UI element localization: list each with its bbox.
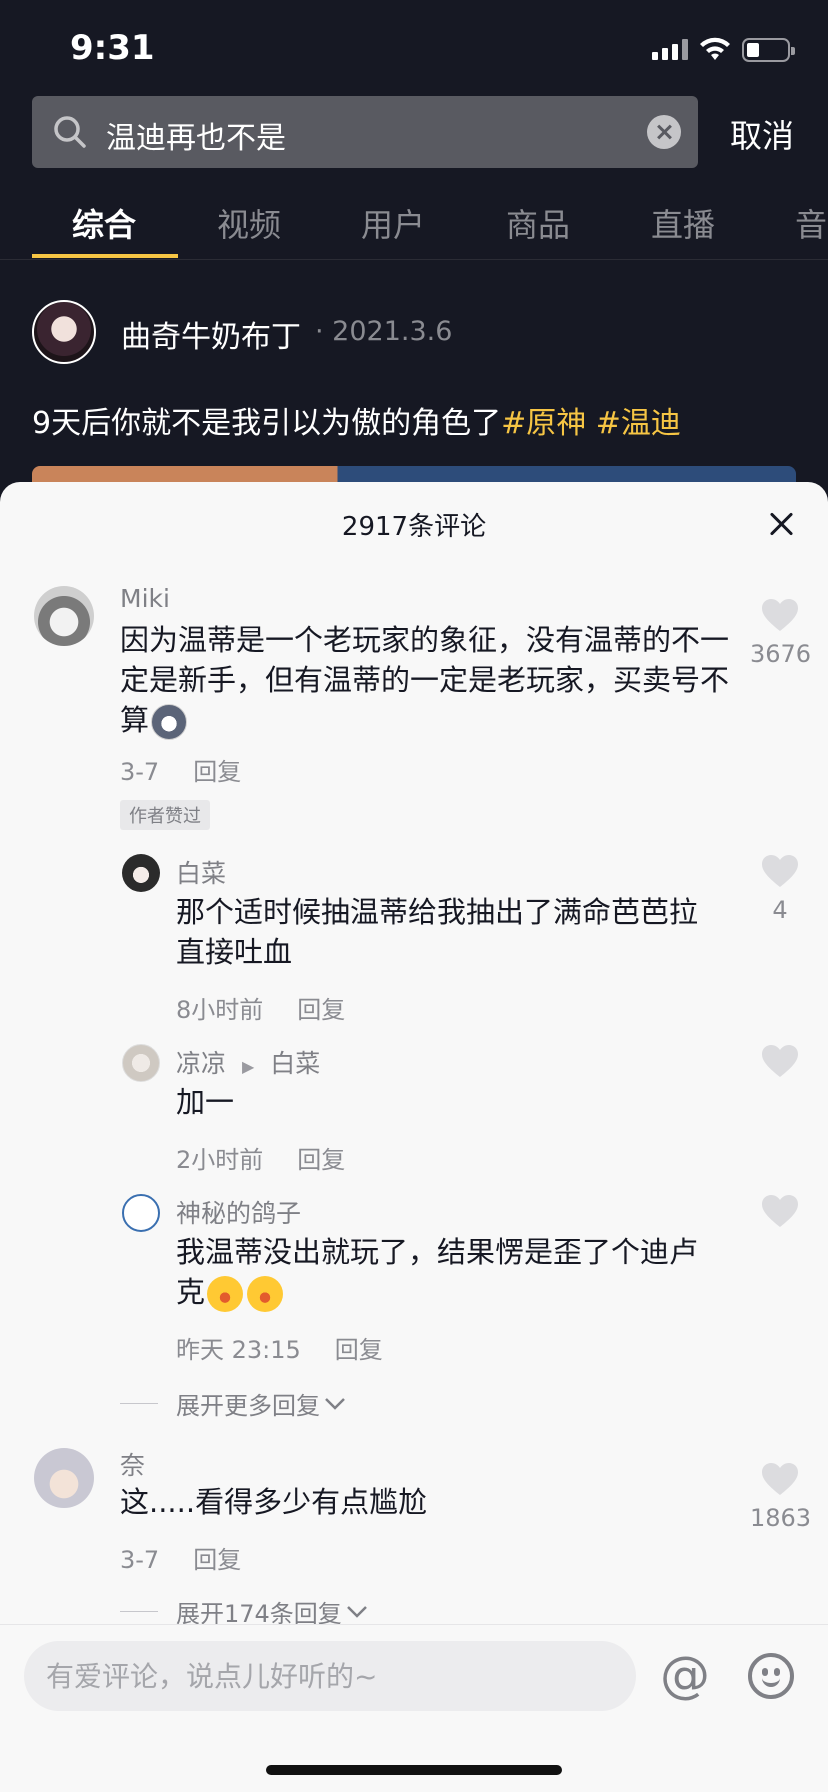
reply-meta: 8小时前 回复 [176,990,345,1025]
mention-at-icon[interactable]: @ [660,1647,710,1703]
like-button[interactable] [750,1194,810,1232]
post-author-avatar[interactable] [32,300,96,364]
hashtag-link[interactable]: #温迪 [596,406,681,441]
reply-button[interactable]: 回复 [193,758,241,786]
reply-username: 凉凉 ▶ 白菜 [176,1044,320,1080]
heart-icon [762,1045,798,1077]
search-tabs: 综合 视频 用户 商品 直播 音 [0,196,828,260]
like-button[interactable]: 3676 [750,598,812,668]
post-caption-text: 9天后你就不是我引以为傲的角色了 [32,406,502,441]
tab-all[interactable]: 综合 [72,200,136,246]
status-bar: 9:31 [0,0,828,96]
divider [120,1611,158,1612]
heart-icon [762,855,798,887]
tab-live[interactable]: 直播 [651,200,715,246]
reply-username-text[interactable]: 凉凉 [176,1049,226,1078]
home-indicator [266,1765,562,1775]
reply-text: 我温蒂没出就玩了，结果愣是歪了个迪卢克 [176,1232,726,1312]
comment-time: 3-7 [120,1546,160,1574]
avatar[interactable] [122,1044,160,1082]
like-count: 3676 [750,640,812,668]
expand-more-replies[interactable]: 展开更多回复 [120,1386,346,1421]
active-tab-indicator [32,254,178,258]
reply-to-username[interactable]: 白菜 [270,1049,320,1078]
comment-time: 3-7 [120,758,160,786]
battery-icon [742,38,795,62]
status-time: 9:31 [70,28,155,68]
laughing-emoji-icon [247,1276,284,1312]
tab-music[interactable]: 音 [795,200,827,246]
reply-button[interactable]: 回复 [297,1146,345,1174]
avatar[interactable] [122,854,160,892]
emoji-icon[interactable] [748,1653,794,1699]
signal-icon [652,38,688,60]
chevron-down-icon [325,1397,345,1410]
reply-meta: 2小时前 回复 [176,1140,345,1175]
like-count: 4 [772,896,788,924]
reply-text: 加一 [176,1085,235,1119]
heart-icon [762,599,798,631]
divider [120,1403,158,1404]
close-icon[interactable] [764,506,800,542]
reply-time: 2小时前 [176,1146,264,1174]
reply-arrow-icon: ▶ [241,1057,255,1076]
comments-count-title: 2917条评论 [341,512,487,542]
search-bar[interactable]: 温迪再也不是 [32,96,698,168]
tab-users[interactable]: 用户 [361,200,425,246]
avatar[interactable] [122,1194,160,1232]
heart-icon [762,1463,798,1495]
comment-username[interactable]: Miki [120,584,170,613]
tab-video[interactable]: 视频 [217,200,281,246]
like-button[interactable] [750,1044,810,1082]
avatar[interactable] [34,1448,94,1508]
heart-icon [762,1195,798,1227]
post-date: · 2021.3.6 [315,316,453,347]
comment-meta: 3-7 回复 [120,752,241,787]
comment-input[interactable] [24,1641,636,1711]
chevron-down-icon [346,1605,367,1618]
husky-emoji-icon [151,704,188,740]
avatar[interactable] [34,586,94,646]
post-author-name[interactable]: 曲奇牛奶布丁 [121,312,301,356]
hashtag-link[interactable]: #原神 [501,406,586,441]
expand-label: 展开更多回复 [176,1392,320,1420]
laughing-emoji-icon [207,1276,244,1312]
like-button[interactable]: 1863 [750,1462,812,1532]
comment-meta: 3-7 回复 [120,1540,241,1575]
reply-button[interactable]: 回复 [335,1336,383,1364]
reply-text: 那个适时候抽温蒂给我抽出了满命芭芭拉直接吐血 [176,895,699,969]
comment-text-body: 因为温蒂是一个老玩家的象征，没有温蒂的不一定是新手，但有温蒂的一定是老玩家，买卖… [120,623,730,737]
comment-username[interactable]: 奈 [120,1446,145,1482]
like-count: 1863 [750,1504,812,1532]
comment-text: 这.....看得多少有点尴尬 [120,1485,428,1519]
comment-input-bar: @ [0,1624,828,1792]
reply-button[interactable]: 回复 [297,996,345,1024]
reply-username[interactable]: 神秘的鸽子 [176,1194,301,1230]
reply-time: 8小时前 [176,996,264,1024]
search-icon [54,116,86,148]
comment-text: 因为温蒂是一个老玩家的象征，没有温蒂的不一定是新手，但有温蒂的一定是老玩家，买卖… [120,620,730,740]
cancel-button[interactable]: 取消 [730,111,794,157]
reply-username[interactable]: 白菜 [176,854,226,890]
tab-products[interactable]: 商品 [506,200,570,246]
wifi-icon [700,37,730,60]
author-liked-badge: 作者赞过 [120,800,210,830]
comments-sheet: 2917条评论 Miki 因为温蒂是一个老玩家的象征，没有温蒂的不一定是新手，但… [0,482,828,1792]
reply-meta: 昨天 23:15 回复 [176,1330,383,1365]
post-caption: 9天后你就不是我引以为傲的角色了#原神 #温迪 [32,398,681,442]
reply-button[interactable]: 回复 [193,1546,241,1574]
search-query[interactable]: 温迪再也不是 [106,113,286,157]
reply-time: 昨天 23:15 [176,1336,301,1364]
clear-search-icon[interactable] [647,115,681,149]
like-button[interactable]: 4 [750,854,810,924]
